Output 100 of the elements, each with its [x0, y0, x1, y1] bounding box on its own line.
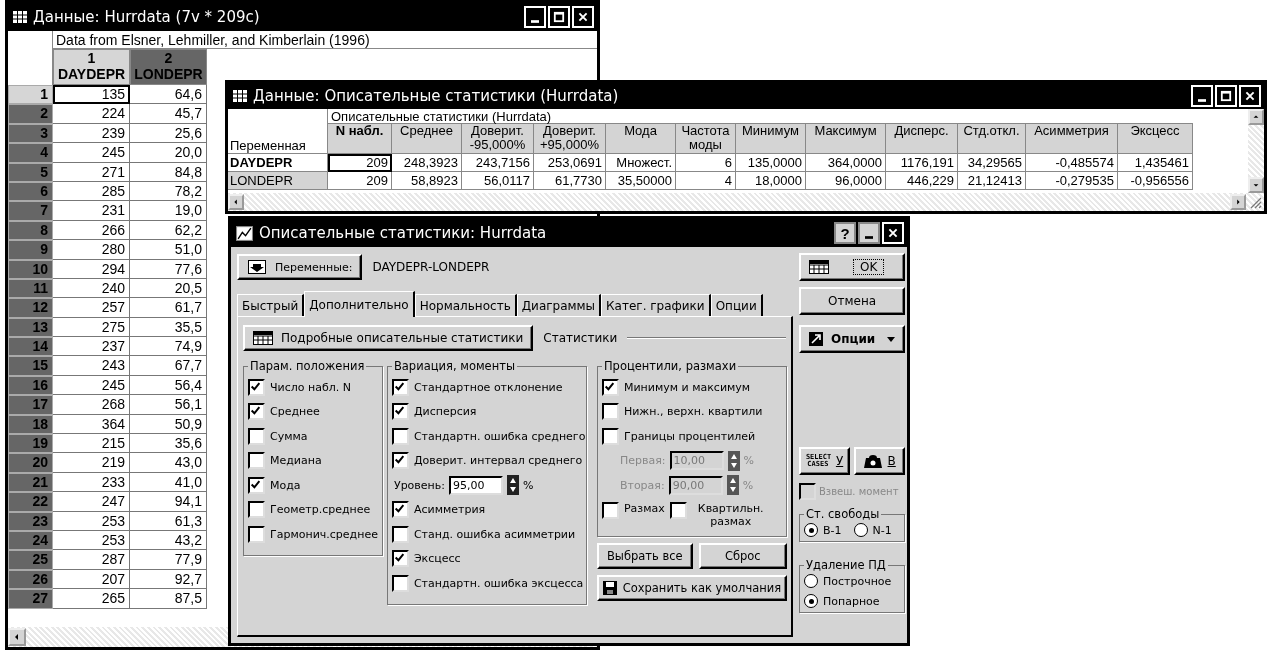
close-button[interactable] — [1239, 85, 1261, 107]
row-header[interactable]: 4 — [8, 143, 53, 163]
scroll-up-button[interactable] — [1248, 109, 1264, 125]
summary-button[interactable]: Подробные описательные статистики — [243, 325, 534, 351]
table-cell: 45,7 — [130, 104, 207, 124]
checkbox-label[interactable]: Эксцесс — [413, 552, 461, 566]
variables-button[interactable]: Переменные: — [237, 254, 363, 280]
row-header[interactable]: 7 — [8, 201, 53, 221]
maximize-button[interactable] — [1215, 85, 1237, 107]
radio-label[interactable]: Попарное — [823, 594, 880, 608]
checkbox-label[interactable]: Гармонич.среднее — [270, 527, 378, 541]
row-header[interactable]: 15 — [8, 356, 53, 376]
close-button[interactable] — [572, 6, 594, 28]
resize-grip-icon[interactable] — [1248, 195, 1262, 209]
radio-button[interactable] — [804, 594, 818, 608]
table-cell: 62,2 — [130, 220, 207, 241]
checkbox[interactable] — [669, 501, 687, 519]
action-button[interactable]: Сброс — [698, 542, 787, 569]
tab[interactable]: Быстрый — [237, 294, 305, 316]
checkbox[interactable] — [391, 427, 409, 445]
input-field[interactable]: 95,00 — [449, 475, 503, 495]
checkbox-label[interactable]: Стандартн. ошибка среднего — [413, 429, 586, 443]
checkbox[interactable] — [248, 525, 265, 543]
row-header[interactable]: 17 — [8, 395, 53, 415]
ok-button[interactable]: OK — [799, 253, 906, 281]
row-header[interactable]: 14 — [8, 337, 53, 357]
checkbox[interactable] — [601, 501, 619, 519]
row-header[interactable]: 2 — [8, 104, 53, 124]
checkbox-label[interactable]: Границы процентилей — [623, 429, 756, 443]
tab[interactable]: Диаграммы — [516, 294, 602, 316]
checkbox[interactable] — [391, 574, 409, 592]
checkbox-label[interactable]: Размах — [623, 501, 665, 515]
checkbox-label[interactable]: Стандартное отклонение — [413, 380, 563, 394]
checkbox[interactable] — [391, 452, 409, 470]
save-defaults-button[interactable]: Сохранить как умолчания — [596, 574, 787, 601]
tab[interactable]: Нормальность — [414, 294, 517, 316]
checkbox[interactable] — [248, 403, 265, 421]
tab[interactable]: Опции — [710, 294, 763, 316]
checkbox-label[interactable]: Число набл. N — [270, 380, 351, 394]
maximize-button[interactable] — [548, 6, 570, 28]
checkbox-label[interactable]: Минимум и максимум — [623, 380, 751, 394]
checkbox[interactable] — [391, 501, 409, 519]
checkbox-label[interactable]: Геометр.среднее — [270, 503, 371, 517]
close-button[interactable] — [882, 222, 904, 244]
checkbox-label[interactable]: Медиана — [270, 454, 322, 468]
checkbox-label[interactable]: Асимметрия — [413, 503, 486, 517]
scroll-right-button[interactable] — [1230, 194, 1246, 210]
checkbox[interactable] — [391, 550, 409, 568]
radio-label[interactable]: Построчное — [823, 574, 892, 588]
checkbox[interactable] — [248, 427, 265, 445]
checkbox[interactable] — [601, 427, 619, 445]
column-header[interactable]: 2 LONDEPR — [130, 49, 207, 85]
spinner-icon[interactable] — [727, 450, 740, 471]
checkbox-label[interactable]: Среднее — [270, 405, 320, 419]
options-button[interactable]: Опции — [799, 325, 906, 353]
row-header[interactable]: 20 — [8, 453, 53, 473]
row-header[interactable]: 9 — [8, 240, 53, 260]
checkbox-label[interactable]: Сумма — [270, 429, 308, 443]
row-header[interactable]: LONDEPR — [228, 172, 328, 190]
spinner-icon[interactable] — [726, 475, 739, 496]
checkbox-label[interactable]: Станд. ошибка асимметрии — [413, 527, 576, 541]
spinner-icon[interactable] — [507, 475, 519, 496]
radio-label[interactable]: В-1 — [823, 523, 842, 537]
tab[interactable]: Дополнительно — [304, 291, 415, 317]
checkbox[interactable] — [391, 403, 409, 421]
scroll-left-button[interactable] — [8, 628, 26, 646]
weight-button[interactable]: В — [854, 447, 906, 475]
scroll-down-button[interactable] — [1248, 177, 1264, 193]
checkbox-label[interactable]: Доверит. интервал среднего — [413, 454, 583, 468]
checkbox[interactable] — [391, 525, 409, 543]
row-header[interactable]: 1 — [8, 85, 53, 105]
row-header[interactable]: 27 — [8, 589, 53, 609]
checkbox-label[interactable]: Мода — [270, 478, 301, 492]
radio-label[interactable]: N-1 — [872, 523, 892, 537]
checkbox[interactable] — [248, 452, 265, 470]
row-header[interactable]: 19 — [8, 434, 53, 454]
radio-button[interactable] — [804, 574, 818, 588]
checkbox-label[interactable]: Квартильн. размах — [691, 501, 770, 528]
checkbox[interactable] — [601, 378, 619, 396]
checkbox[interactable] — [601, 403, 619, 421]
checkbox-label[interactable]: Дисперсия — [413, 405, 477, 419]
row-header[interactable]: 12 — [8, 298, 53, 318]
action-button[interactable]: Выбрать все — [596, 542, 693, 569]
radio-button[interactable] — [804, 523, 818, 537]
checkbox-label[interactable]: Нижн., верхн. квартили — [623, 405, 763, 419]
checkbox[interactable] — [391, 378, 409, 396]
checkbox[interactable] — [248, 476, 265, 494]
cancel-button[interactable]: Отмена — [799, 287, 906, 315]
row-header[interactable]: 22 — [8, 492, 53, 512]
tab[interactable]: Катег. графики — [601, 294, 711, 316]
scroll-left-button[interactable] — [228, 194, 244, 210]
checkbox[interactable] — [248, 378, 265, 396]
checkbox[interactable] — [248, 501, 265, 519]
checkbox-label[interactable]: Стандартн. ошибка эксцесса — [413, 576, 584, 590]
column-header: N набл. — [328, 124, 392, 154]
column-header[interactable]: 1 DAYDEPR — [53, 49, 130, 85]
minimize-button[interactable] — [858, 222, 880, 244]
help-button[interactable]: ? — [834, 222, 856, 244]
row-header[interactable]: 25 — [8, 550, 53, 570]
radio-button[interactable] — [853, 523, 868, 537]
